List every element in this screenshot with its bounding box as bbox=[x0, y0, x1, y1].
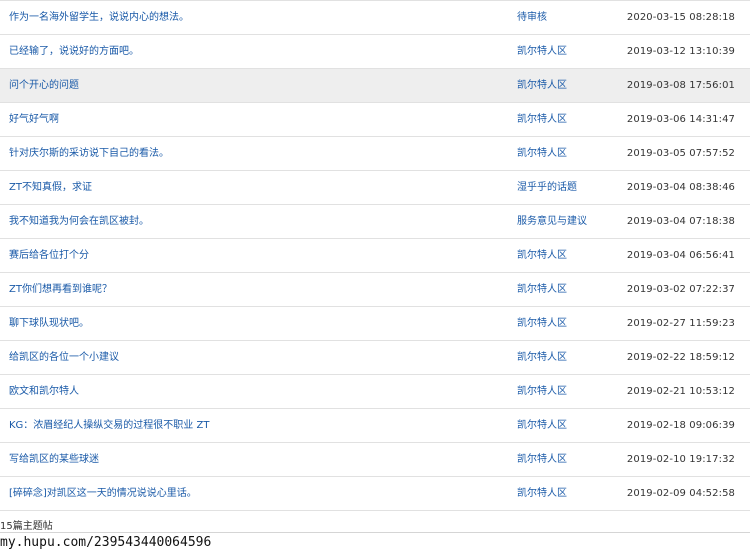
post-date: 2019-02-27 11:59:23 bbox=[626, 318, 735, 329]
table-row: 写给凯区的某些球迷 凯尔特人区 2019-02-10 19:17:32 bbox=[0, 443, 750, 477]
post-date: 2019-03-04 06:56:41 bbox=[626, 250, 735, 261]
table-row: 针对庆尔斯的采访说下自己的看法。 凯尔特人区 2019-03-05 07:57:52 bbox=[0, 137, 750, 171]
post-title-link[interactable]: ZT不知真假，求证 bbox=[9, 171, 92, 204]
board-link[interactable]: 凯尔特人区 bbox=[517, 69, 567, 102]
board-link[interactable]: 凯尔特人区 bbox=[517, 409, 567, 442]
post-list-page: 作为一名海外留学生，说说内心的想法。 待审核 2020-03-15 08:28:18… bbox=[0, 0, 750, 556]
table-row: 问个开心的问题 凯尔特人区 2019-03-08 17:56:01 bbox=[0, 69, 750, 103]
board-link[interactable]: 服务意见与建议 bbox=[517, 205, 587, 238]
post-title-link[interactable]: 欧文和凯尔特人 bbox=[9, 375, 79, 408]
board-link[interactable]: 凯尔特人区 bbox=[517, 375, 567, 408]
table-row: KG：浓眉经纪人操纵交易的过程很不职业 ZT 凯尔特人区 2019-02-18 09… bbox=[0, 409, 750, 443]
post-title-link[interactable]: 针对庆尔斯的采访说下自己的看法。 bbox=[9, 137, 169, 170]
post-title-link[interactable]: ZT你们想再看到谁呢？ bbox=[9, 273, 112, 306]
table-row: 聊下球队现状吧。 凯尔特人区 2019-02-27 11:59:23 bbox=[0, 307, 750, 341]
board-link[interactable]: 凯尔特人区 bbox=[517, 307, 567, 340]
post-date: 2019-03-04 07:18:38 bbox=[626, 216, 735, 227]
table-row: 作为一名海外留学生，说说内心的想法。 待审核 2020-03-15 08:28:18 bbox=[0, 1, 750, 35]
divider bbox=[0, 532, 750, 533]
board-link[interactable]: 凯尔特人区 bbox=[517, 239, 567, 272]
table-row: ZT你们想再看到谁呢？ 凯尔特人区 2019-03-02 07:22:37 bbox=[0, 273, 750, 307]
board-link[interactable]: 凯尔特人区 bbox=[517, 477, 567, 510]
board-link[interactable]: 凯尔特人区 bbox=[517, 137, 567, 170]
board-link[interactable]: 湿乎乎的话题 bbox=[517, 171, 577, 204]
post-date: 2019-03-08 17:56:01 bbox=[626, 80, 735, 91]
post-date: 2019-02-10 19:17:32 bbox=[626, 454, 735, 465]
table-row: 已经输了，说说好的方面吧。 凯尔特人区 2019-03-12 13:10:39 bbox=[0, 35, 750, 69]
post-date: 2019-03-02 07:22:37 bbox=[626, 284, 735, 295]
post-date: 2019-03-06 14:31:47 bbox=[626, 114, 735, 125]
table-row: 好气好气啊 凯尔特人区 2019-03-06 14:31:47 bbox=[0, 103, 750, 137]
post-title-link[interactable]: 聊下球队现状吧。 bbox=[9, 307, 89, 340]
table-row: 欧文和凯尔特人 凯尔特人区 2019-02-21 10:53:12 bbox=[0, 375, 750, 409]
post-title-link[interactable]: 作为一名海外留学生，说说内心的想法。 bbox=[9, 1, 189, 34]
post-date: 2019-02-09 04:52:58 bbox=[626, 488, 735, 499]
board-link[interactable]: 凯尔特人区 bbox=[517, 341, 567, 374]
post-title-link[interactable]: [碎碎念]对凯区这一天的情况说说心里话。 bbox=[9, 477, 197, 510]
post-title-link[interactable]: 好气好气啊 bbox=[9, 103, 59, 136]
post-date: 2019-03-05 07:57:52 bbox=[626, 148, 735, 159]
post-date: 2019-03-04 08:38:46 bbox=[626, 182, 735, 193]
post-date: 2019-02-21 10:53:12 bbox=[626, 386, 735, 397]
board-link[interactable]: 凯尔特人区 bbox=[517, 35, 567, 68]
table-row: 给凯区的各位一个小建议 凯尔特人区 2019-02-22 18:59:12 bbox=[0, 341, 750, 375]
post-title-link[interactable]: 赛后给各位打个分 bbox=[9, 239, 89, 272]
board-link[interactable]: 凯尔特人区 bbox=[517, 273, 567, 306]
post-title-link[interactable]: 问个开心的问题 bbox=[9, 69, 79, 102]
post-title-link[interactable]: KG：浓眉经纪人操纵交易的过程很不职业 ZT bbox=[9, 409, 209, 442]
table-row: [碎碎念]对凯区这一天的情况说说心里话。 凯尔特人区 2019-02-09 04:5… bbox=[0, 477, 750, 511]
post-date: 2019-02-18 09:06:39 bbox=[626, 420, 735, 431]
table-row: 赛后给各位打个分 凯尔特人区 2019-03-04 06:56:41 bbox=[0, 239, 750, 273]
board-link[interactable]: 待审核 bbox=[517, 1, 547, 34]
post-title-link[interactable]: 给凯区的各位一个小建议 bbox=[9, 341, 119, 374]
url-watermark: my.hupu.com/239543440064596 bbox=[0, 535, 212, 550]
post-date: 2020-03-15 08:28:18 bbox=[626, 12, 735, 23]
post-title-link[interactable]: 我不知道我为何会在凯区被封。 bbox=[9, 205, 149, 238]
table-row: 我不知道我为何会在凯区被封。 服务意见与建议 2019-03-04 07:18:38 bbox=[0, 205, 750, 239]
post-date: 2019-03-12 13:10:39 bbox=[626, 46, 735, 57]
post-count-label: 15篇主题帖 bbox=[0, 521, 53, 532]
table-row: ZT不知真假，求证 湿乎乎的话题 2019-03-04 08:38:46 bbox=[0, 171, 750, 205]
post-title-link[interactable]: 写给凯区的某些球迷 bbox=[9, 443, 99, 476]
board-link[interactable]: 凯尔特人区 bbox=[517, 103, 567, 136]
board-link[interactable]: 凯尔特人区 bbox=[517, 443, 567, 476]
post-table: 作为一名海外留学生，说说内心的想法。 待审核 2020-03-15 08:28:18… bbox=[0, 0, 750, 511]
post-title-link[interactable]: 已经输了，说说好的方面吧。 bbox=[9, 35, 139, 68]
post-date: 2019-02-22 18:59:12 bbox=[626, 352, 735, 363]
